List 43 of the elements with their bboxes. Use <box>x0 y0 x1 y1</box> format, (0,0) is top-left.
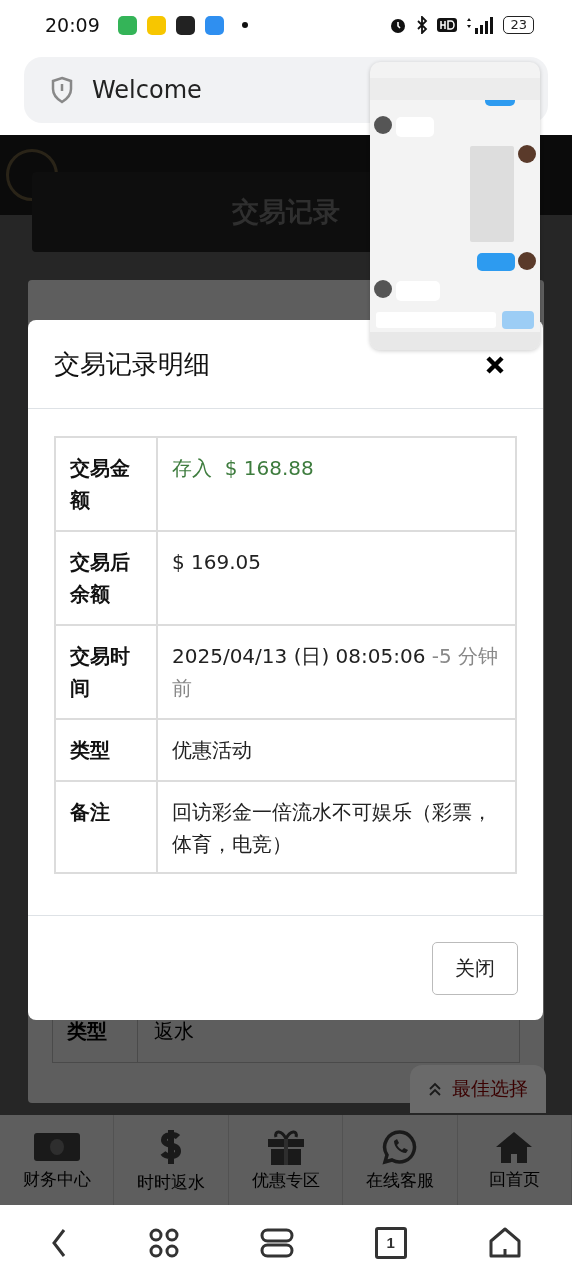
table-cell-text: 2025/04/13 (日) 08:05:06 -5 分钟前 <box>171 643 500 702</box>
app-icon <box>117 15 137 35</box>
avatar <box>374 116 392 134</box>
table-cell-text: $ 169.05 <box>171 549 263 576</box>
chat-icon <box>381 1128 418 1165</box>
chat-bubble <box>477 253 515 271</box>
table-cell: 交易时间 <box>56 626 158 718</box>
app-icon <box>175 15 195 35</box>
shield-icon <box>50 76 74 104</box>
nav-item[interactable]: 回首页 <box>457 1115 572 1205</box>
table-cell: 交易金额 <box>56 438 158 530</box>
menu-icon <box>260 1227 294 1258</box>
table-cell-text: 存入 $ 168.88 <box>171 455 315 482</box>
best-choice-button[interactable]: 最佳选择 <box>410 1065 546 1113</box>
close-icon <box>485 354 505 375</box>
gift-icon <box>265 1128 306 1165</box>
bluetooth-icon <box>415 16 430 34</box>
table-cell-text: 回访彩金一倍流水不可娱乐（彩票，体育，电竞） <box>171 799 493 858</box>
alarm-icon <box>389 16 408 34</box>
signal-icon <box>465 16 496 34</box>
avatar <box>518 145 536 163</box>
nav-item[interactable]: 在线客服 <box>343 1115 458 1205</box>
hd-icon <box>437 17 458 33</box>
table-cell: 类型 <box>56 720 158 780</box>
app-icon <box>146 15 166 35</box>
home-icon <box>487 1226 522 1259</box>
table-cell-text: 优惠活动 <box>171 737 253 764</box>
nav-item[interactable]: 财务中心 <box>0 1115 115 1205</box>
nav-item[interactable]: 时时返水 <box>114 1115 229 1205</box>
page-title: Welcome <box>92 76 202 104</box>
nav-item[interactable]: 优惠专区 <box>228 1115 344 1205</box>
avatar <box>518 252 536 270</box>
avatar <box>374 280 392 298</box>
notification-dot <box>241 22 248 28</box>
table-cell: 备注 <box>56 782 158 872</box>
status-time: 20:09 <box>45 14 100 36</box>
close-button[interactable]: 关闭 <box>432 941 518 995</box>
battery-level: 23 <box>503 16 534 34</box>
table-cell: 交易后余额 <box>56 532 158 624</box>
dialog-title: 交易记录明细 <box>54 347 210 381</box>
chevron-up-icon <box>428 1082 442 1096</box>
app-icon <box>204 15 224 35</box>
table-cell-text: 返水 <box>153 1017 194 1045</box>
